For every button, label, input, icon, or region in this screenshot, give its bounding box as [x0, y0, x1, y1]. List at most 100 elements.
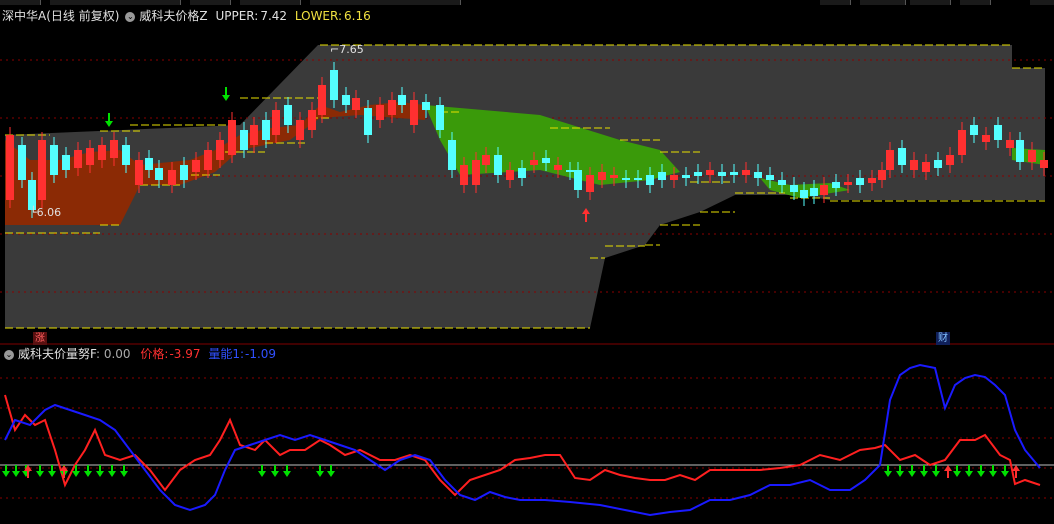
down-arrow-icon	[896, 471, 904, 477]
candle-body	[958, 130, 966, 155]
candle-body	[844, 182, 852, 185]
down-arrow-icon	[327, 471, 335, 477]
candle-body	[352, 98, 360, 110]
candle-body	[250, 125, 258, 145]
main-indicator-name[interactable]: 威科夫价格Z	[139, 9, 207, 23]
candle-body	[820, 185, 828, 195]
candle-body	[86, 148, 94, 165]
settings-circle-icon[interactable]: ⌄	[4, 349, 14, 360]
down-arrow-icon	[72, 471, 80, 477]
candle-body	[6, 135, 14, 200]
candle-body	[284, 105, 292, 125]
candle-body	[482, 155, 490, 165]
candle-body	[436, 105, 444, 130]
candle-body	[50, 145, 58, 175]
candle-body	[586, 175, 594, 192]
down-arrow-icon	[1001, 471, 1009, 477]
low-price-annotation: └6.06	[30, 206, 62, 219]
sub-value0: : 0.00	[95, 347, 131, 361]
candle-body	[272, 110, 280, 135]
upper-label: UPPER:	[215, 9, 259, 23]
price-label: 价格:	[140, 347, 169, 361]
rise-badge[interactable]: 涨	[33, 332, 47, 345]
candle-body	[122, 145, 130, 165]
price-value: -3.97	[169, 347, 201, 361]
candle-body	[1006, 140, 1014, 148]
candle-body	[330, 70, 338, 100]
candle-body	[694, 172, 702, 176]
candle-body	[388, 100, 396, 115]
candle-body	[98, 145, 106, 160]
candle-body	[682, 175, 690, 178]
candle-body	[658, 172, 666, 180]
high-price-annotation: ⌐7.65	[330, 43, 364, 56]
candle-body	[646, 175, 654, 185]
down-arrow-icon	[36, 471, 44, 477]
candle-body	[204, 150, 212, 170]
price-line	[4, 394, 1041, 497]
down-arrow-icon	[120, 471, 128, 477]
candle-body	[155, 168, 163, 180]
gray-zone	[5, 45, 1045, 328]
candle-body	[598, 172, 606, 180]
down-arrow-icon	[920, 471, 928, 477]
candle-body	[670, 175, 678, 180]
sub-panel-header: ⌄ 威科夫价量努F: 0.00 价格:-3.97 量能1:-1.09	[2, 345, 280, 363]
candle-body	[376, 105, 384, 120]
down-arrow-icon	[965, 471, 973, 477]
lower-value: 6.16	[344, 9, 371, 23]
candle-body	[610, 175, 618, 178]
candle-body	[62, 155, 70, 170]
volume-value: -1.09	[245, 347, 277, 361]
volume-label: 量能1:	[208, 347, 245, 361]
down-arrow-icon	[48, 471, 56, 477]
candle-body	[742, 170, 750, 175]
candle-body	[318, 85, 326, 115]
down-arrow-icon	[105, 121, 113, 127]
candle-body	[448, 140, 456, 170]
security-title[interactable]: 深中华A(日线 前复权)	[2, 9, 119, 23]
candle-body	[410, 100, 418, 125]
chart-canvas	[0, 44, 1054, 517]
down-arrow-icon	[2, 471, 10, 477]
candle-body	[810, 188, 818, 196]
down-arrow-icon	[316, 471, 324, 477]
candle-body	[1040, 160, 1048, 168]
down-arrow-icon	[908, 471, 916, 477]
candle-body	[554, 165, 562, 170]
down-arrow-icon	[271, 471, 279, 477]
candle-body	[718, 172, 726, 176]
sub-indicator-name[interactable]: 威科夫价量努F	[18, 347, 96, 361]
candle-body	[754, 172, 762, 178]
finance-badge[interactable]: 财	[936, 332, 950, 345]
candle-body	[970, 125, 978, 135]
down-arrow-icon	[283, 471, 291, 477]
candle-body	[922, 162, 930, 172]
candle-body	[800, 190, 808, 198]
candle-body	[878, 170, 886, 180]
candle-body	[18, 145, 26, 180]
candle-body	[342, 95, 350, 105]
down-arrow-icon	[222, 95, 230, 101]
candle-body	[566, 170, 574, 172]
candle-body	[308, 110, 316, 130]
candle-body	[262, 120, 270, 140]
lower-label: LOWER:	[294, 9, 343, 23]
candle-body	[706, 170, 714, 175]
candle-body	[898, 148, 906, 165]
candle-body	[38, 140, 46, 200]
candle-body	[790, 185, 798, 192]
candle-body	[110, 140, 118, 158]
candle-body	[240, 130, 248, 150]
down-arrow-icon	[989, 471, 997, 477]
candle-body	[946, 155, 954, 165]
candle-body	[934, 160, 942, 168]
settings-circle-icon[interactable]: ⌄	[125, 11, 136, 22]
candle-body	[868, 178, 876, 183]
down-arrow-icon	[12, 471, 20, 477]
down-arrow-icon	[84, 471, 92, 477]
down-arrow-icon	[258, 471, 266, 477]
candle-body	[856, 178, 864, 185]
candle-body	[886, 150, 894, 170]
down-arrow-icon	[884, 471, 892, 477]
